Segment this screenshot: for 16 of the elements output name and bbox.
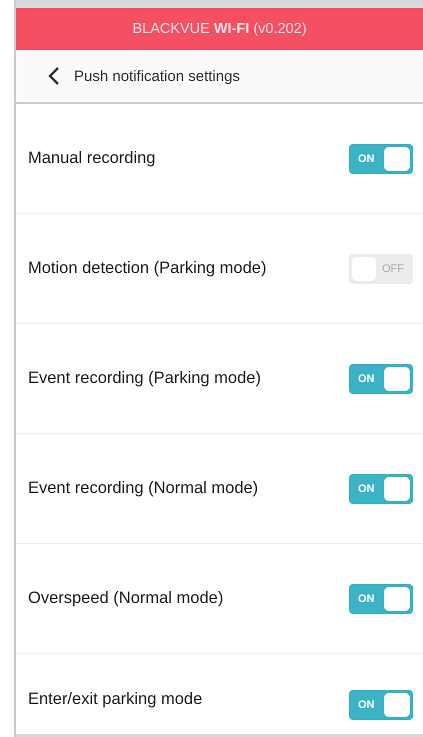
app-title: BLACKVUE WI-FI (v0.202) bbox=[132, 21, 307, 37]
back-icon bbox=[48, 66, 60, 86]
toggle-switch[interactable]: OFF bbox=[349, 254, 413, 284]
toggle-switch[interactable]: ON bbox=[349, 144, 413, 174]
setting-label: Motion detection (Parking mode) bbox=[28, 259, 266, 278]
page-title: Push notification settings bbox=[74, 68, 240, 84]
setting-label: Event recording (Parking mode) bbox=[28, 369, 261, 388]
toggle-switch[interactable]: ON bbox=[349, 584, 413, 614]
setting-label: Enter/exit parking mode bbox=[28, 690, 202, 709]
toggle-switch[interactable]: ON bbox=[349, 474, 413, 504]
setting-label: Manual recording bbox=[28, 149, 156, 168]
toggle-switch[interactable]: ON bbox=[349, 690, 413, 720]
toggle-switch[interactable]: ON bbox=[349, 364, 413, 394]
setting-label: Event recording (Normal mode) bbox=[28, 479, 258, 498]
setting-label: Overspeed (Normal mode) bbox=[28, 589, 224, 608]
back-button[interactable] bbox=[48, 66, 60, 86]
